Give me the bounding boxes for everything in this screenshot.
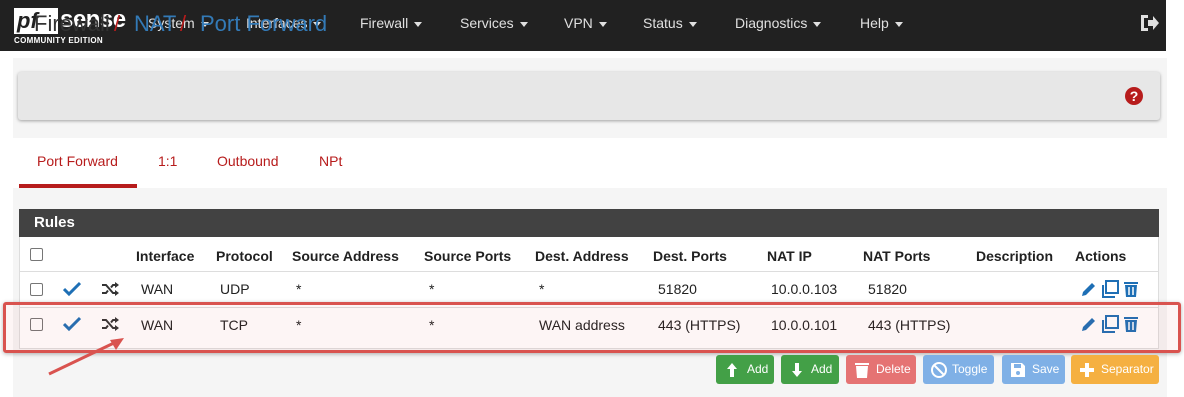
nav-help-label: Help	[860, 15, 889, 31]
breadcrumb-nat[interactable]: NAT	[134, 11, 176, 37]
cell-interface: WAN	[141, 281, 174, 297]
col-interface: Interface	[136, 248, 195, 264]
nav-vpn[interactable]: VPN	[564, 0, 607, 51]
tab-1-1[interactable]: 1:1	[158, 153, 177, 169]
tab-port-forward[interactable]: Port Forward	[37, 153, 118, 169]
add-top-label: Add	[747, 362, 769, 376]
cell-nat-ports: 51820	[868, 281, 907, 297]
header-divider	[20, 271, 1158, 272]
col-description: Description	[976, 248, 1054, 264]
chevron-down-icon	[894, 21, 903, 27]
col-source-ports: Source Ports	[424, 248, 512, 264]
nat-tabs: Port Forward 1:1 Outbound NPt	[13, 138, 1167, 188]
col-dest-address: Dest. Address	[535, 248, 629, 264]
separator-button[interactable]: Separator	[1071, 355, 1159, 384]
chevron-down-icon	[519, 21, 528, 27]
chevron-down-icon	[688, 21, 697, 27]
random-icon	[102, 282, 119, 296]
level-down-icon	[792, 363, 802, 377]
copy-icon[interactable]	[1101, 280, 1119, 298]
ban-icon	[931, 362, 947, 378]
cell-source-ports: *	[429, 281, 435, 297]
toggle-button[interactable]: Toggle	[923, 355, 994, 384]
add-bottom-label: Add	[811, 362, 833, 376]
col-source-address: Source Address	[292, 248, 399, 264]
active-tab-indicator	[19, 184, 137, 188]
breadcrumb-port-forward[interactable]: Port Forward	[200, 11, 327, 37]
chevron-down-icon	[598, 21, 607, 27]
select-all-checkbox[interactable]	[30, 248, 43, 261]
breadcrumb-separator: /	[114, 11, 121, 36]
cell-dest-ports: 51820	[658, 281, 697, 297]
delete-label: Delete	[876, 362, 911, 376]
save-icon	[1011, 363, 1025, 377]
cell-source-address: *	[296, 281, 302, 297]
col-actions: Actions	[1075, 248, 1127, 264]
nav-help[interactable]: Help	[860, 0, 903, 51]
tab-npt[interactable]: NPt	[319, 153, 342, 169]
rules-title: Rules	[34, 214, 75, 231]
annotation-arrow-icon	[48, 338, 124, 376]
chevron-down-icon	[414, 21, 423, 27]
add-bottom-button[interactable]: Add	[781, 355, 839, 384]
cell-nat-ip: 10.0.0.103	[771, 281, 838, 297]
check-icon[interactable]	[63, 281, 81, 297]
breadcrumb-separator: /	[180, 11, 187, 36]
delete-button[interactable]: Delete	[846, 355, 916, 384]
level-up-icon	[727, 363, 737, 377]
nav-status-label: Status	[643, 15, 683, 31]
pencil-icon[interactable]	[1080, 280, 1098, 298]
chevron-down-icon	[813, 21, 822, 27]
question-circle-icon[interactable]: ?	[1125, 87, 1143, 105]
trash-icon[interactable]	[1122, 280, 1140, 298]
toggle-label: Toggle	[952, 362, 988, 376]
save-label: Save	[1032, 362, 1060, 376]
nav-services[interactable]: Services	[460, 0, 528, 51]
add-top-button[interactable]: Add	[716, 355, 774, 384]
trash-icon	[855, 363, 869, 378]
col-protocol: Protocol	[216, 248, 273, 264]
logo-edition: COMMUNITY EDITION	[14, 36, 103, 45]
col-dest-ports: Dest. Ports	[653, 248, 727, 264]
nav-firewall-label: Firewall	[360, 15, 409, 31]
highlight-box	[3, 302, 1181, 353]
nav-services-label: Services	[460, 15, 514, 31]
separator-label: Separator	[1101, 362, 1154, 376]
col-nat-ip: NAT IP	[767, 248, 812, 264]
col-nat-ports: NAT Ports	[863, 248, 931, 264]
breadcrumb-firewall: Firewall	[34, 11, 110, 36]
row-checkbox[interactable]	[30, 283, 43, 296]
cell-protocol: UDP	[220, 281, 250, 297]
rules-panel-heading	[19, 209, 1159, 237]
nav-firewall[interactable]: Firewall	[360, 0, 423, 51]
plus-icon	[1080, 363, 1094, 377]
cell-dest-address: *	[539, 281, 545, 297]
breadcrumb	[18, 72, 1160, 120]
save-button[interactable]: Save	[1002, 355, 1065, 384]
sign-out-icon[interactable]	[1139, 14, 1159, 32]
nav-vpn-label: VPN	[564, 15, 593, 31]
nav-diagnostics-label: Diagnostics	[735, 15, 808, 31]
tab-outbound[interactable]: Outbound	[217, 153, 279, 169]
nav-diagnostics[interactable]: Diagnostics	[735, 0, 822, 51]
nav-status[interactable]: Status	[643, 0, 697, 51]
